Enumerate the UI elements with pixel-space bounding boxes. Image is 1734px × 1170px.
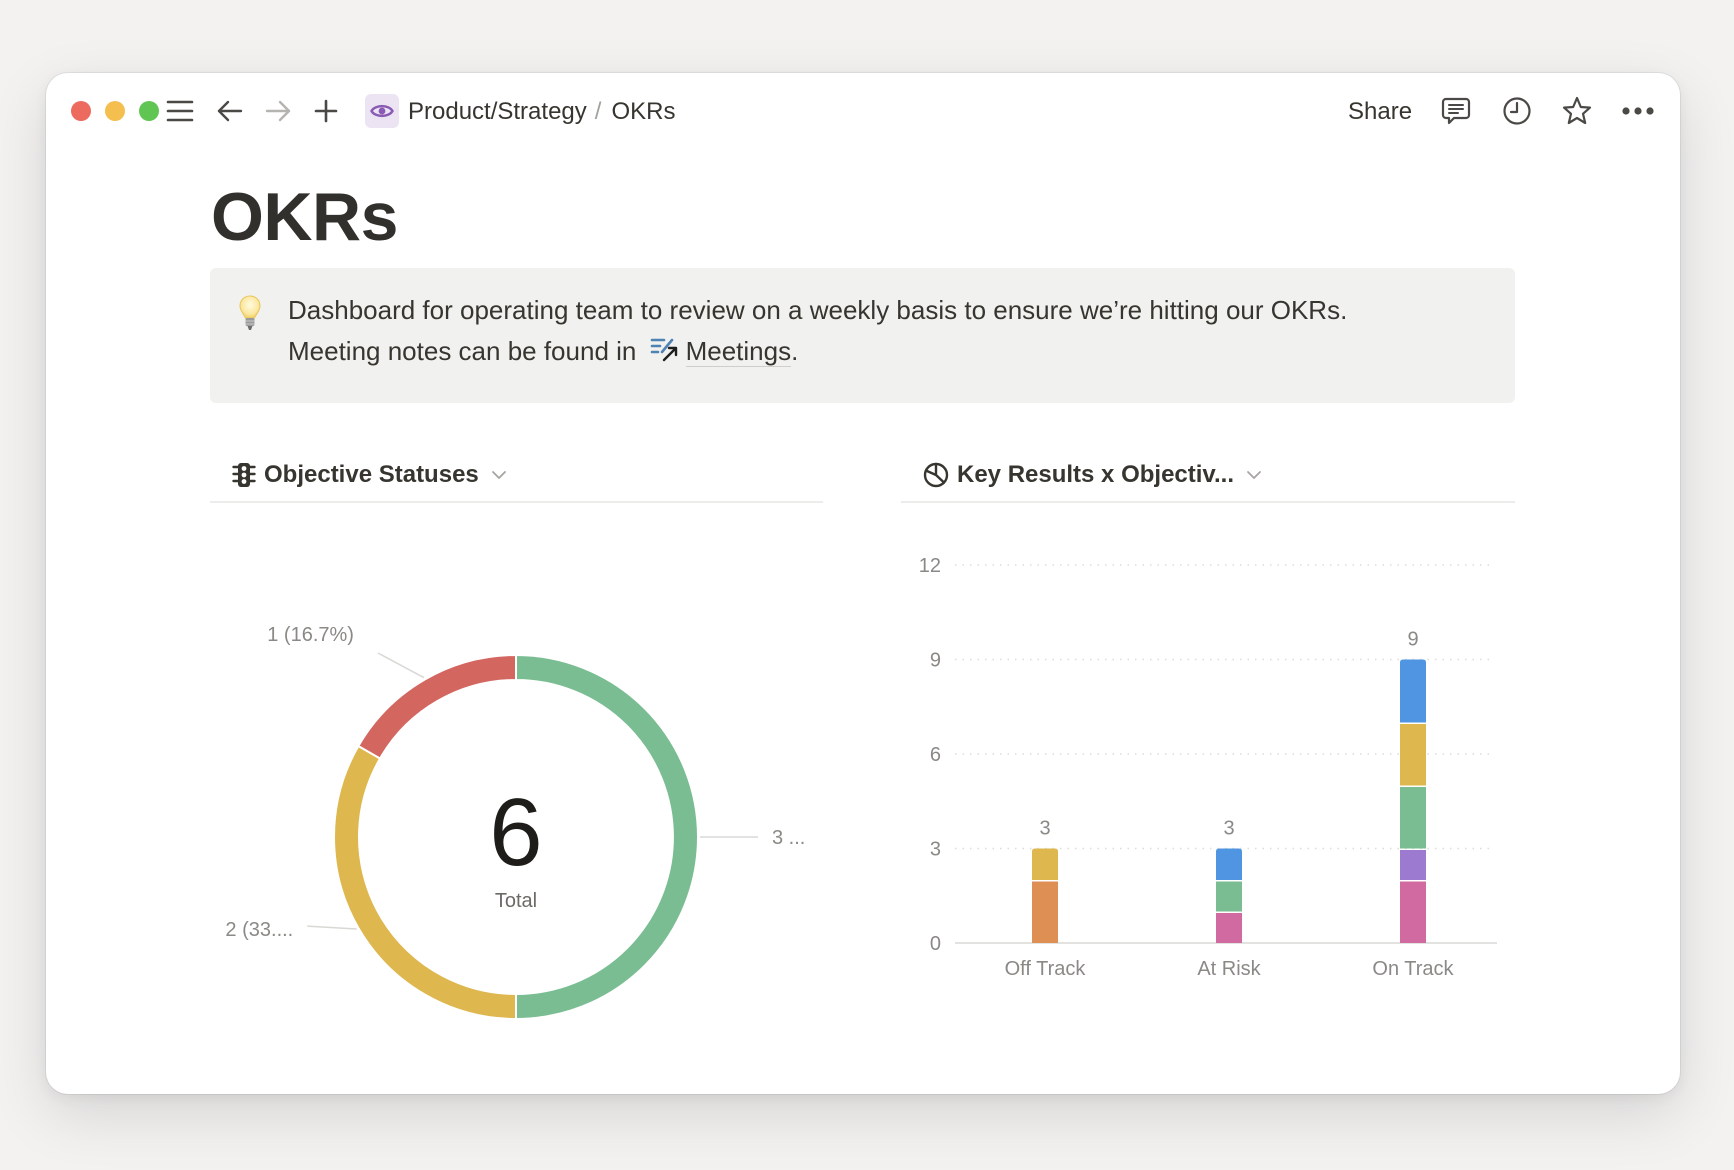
x-tick-label: On Track	[1372, 958, 1454, 980]
bar-segment-purple[interactable]	[1400, 850, 1426, 880]
y-tick-label: 6	[930, 744, 941, 766]
bar-segment-pink[interactable]	[1400, 881, 1426, 944]
bar-segment-green[interactable]	[1400, 787, 1426, 849]
x-tick-label: At Risk	[1197, 958, 1261, 980]
bar-segment-yellow[interactable]	[1400, 724, 1426, 786]
bar-segment-green[interactable]	[1216, 881, 1242, 912]
bar-segment-blue[interactable]	[1216, 848, 1242, 881]
key-results-bar-chart: 0 3 6 9 12 3 Off Track 3 At Risk 9 On Track	[919, 555, 1497, 980]
y-tick-label: 12	[919, 555, 941, 577]
app-window: Product/Strategy / OKRs Share OKRs Dashb…	[46, 73, 1680, 1094]
bar-segment-orange[interactable]	[1032, 881, 1058, 944]
y-tick-label: 9	[930, 650, 941, 672]
bar-segment-pink[interactable]	[1216, 913, 1242, 943]
y-tick-label: 0	[930, 933, 941, 955]
bar-segment-blue[interactable]	[1400, 659, 1426, 723]
bar-total-label: 3	[1223, 818, 1234, 840]
bar-total-label: 3	[1039, 818, 1050, 840]
y-tick-label: 3	[930, 839, 941, 861]
bar-segment-yellow[interactable]	[1032, 848, 1058, 881]
x-tick-label: Off Track	[1005, 958, 1087, 980]
bar-total-label: 9	[1407, 629, 1418, 651]
